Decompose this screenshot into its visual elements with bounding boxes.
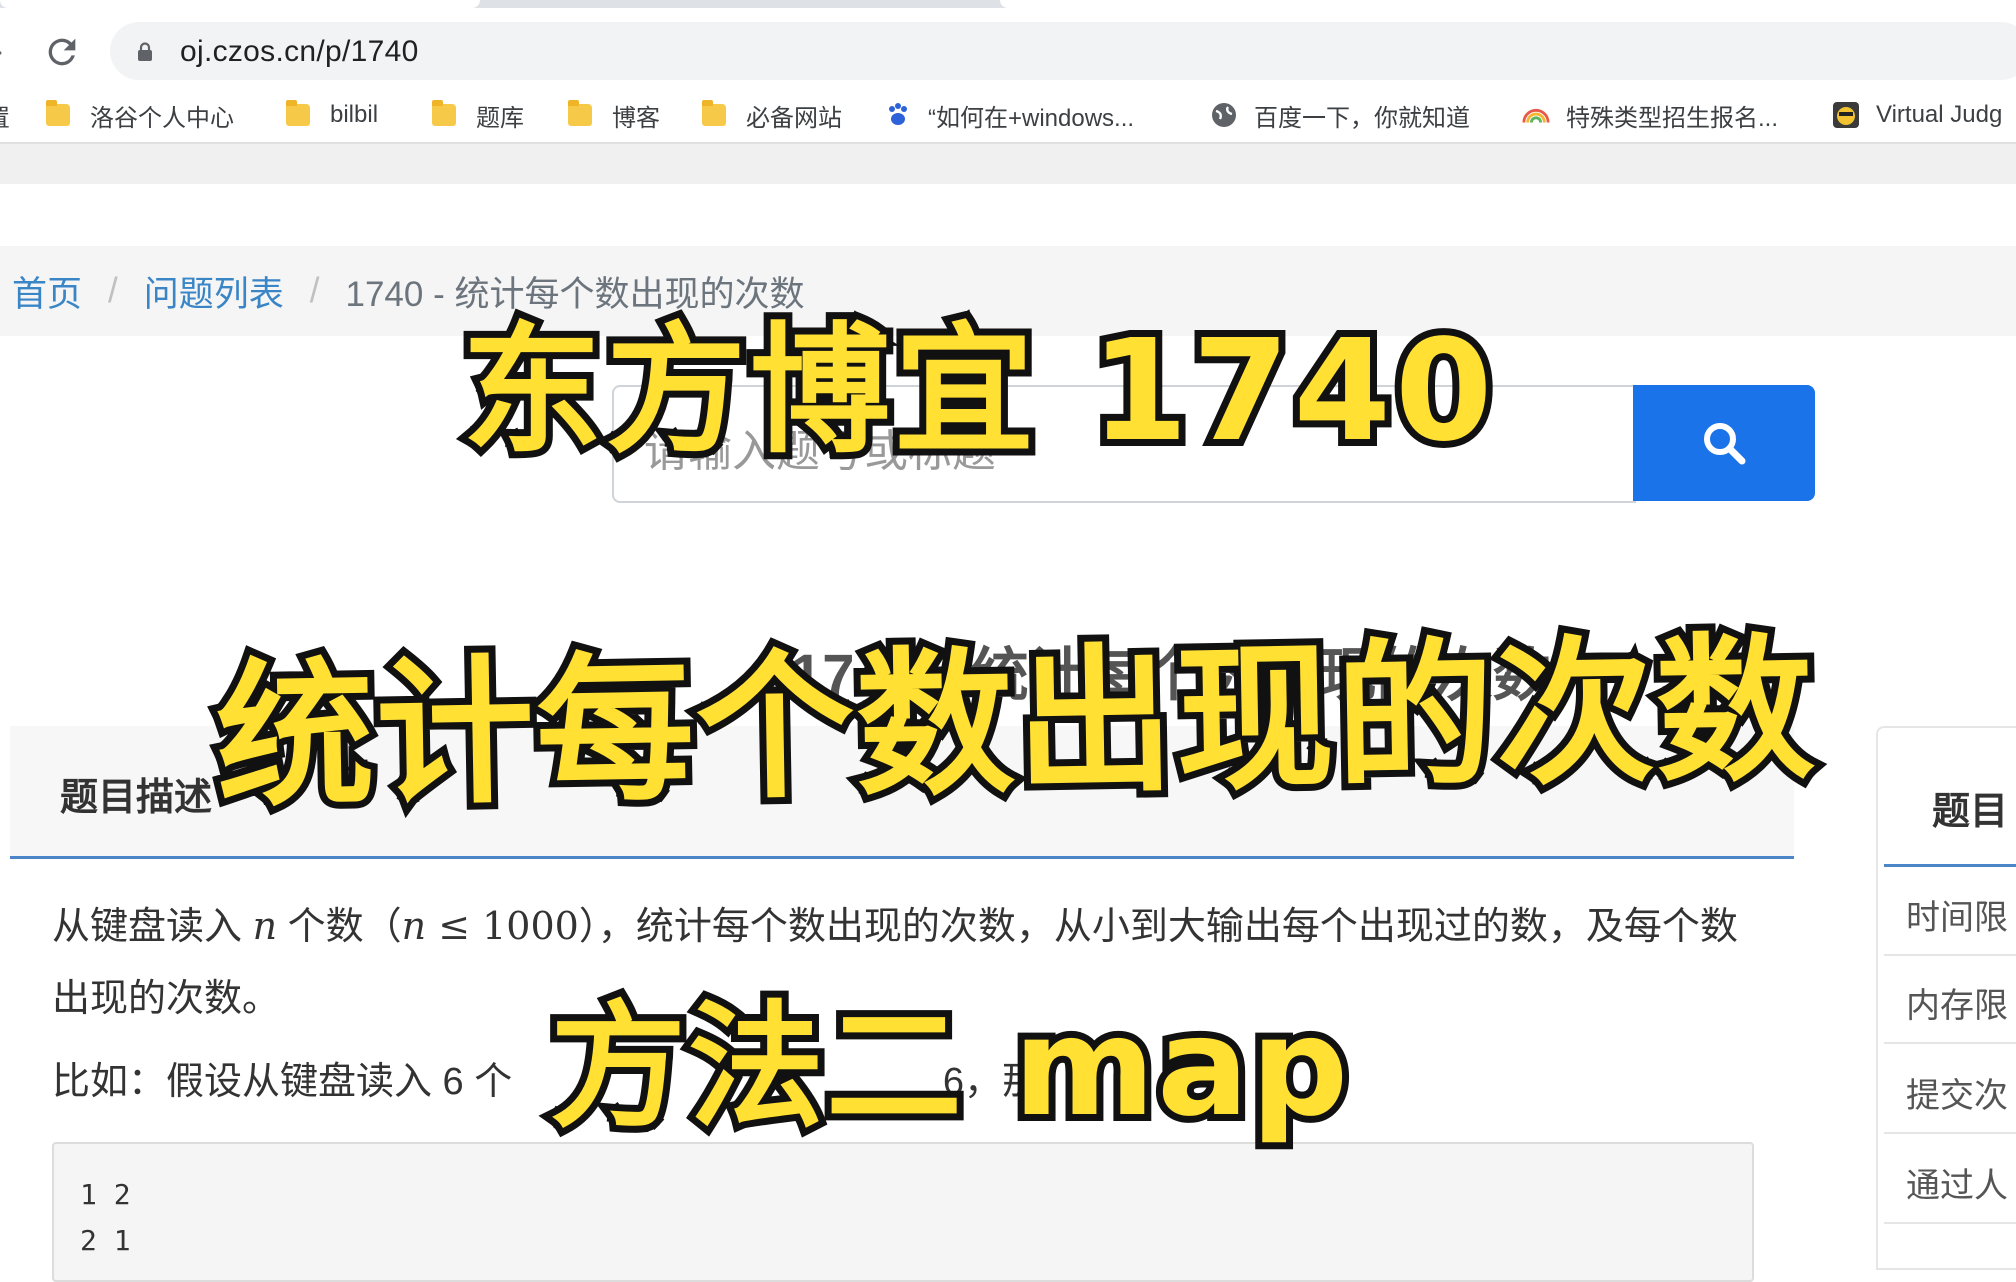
navbar-strip <box>0 144 2016 184</box>
bookmark-label: 特殊类型招生报名... <box>1566 104 1779 132</box>
bookmark-label: bilbil <box>330 101 379 128</box>
globe-icon <box>1210 101 1238 129</box>
breadcrumb-current: 1740 - 统计每个数出现的次数 <box>345 274 805 314</box>
bookmarks-bar: 置 洛谷个人中心 bilbil 题库 博客 必备网站 “如何在+windows.… <box>0 88 2016 144</box>
tab-left[interactable] <box>0 0 480 8</box>
bookmark-partial[interactable]: 置 <box>0 98 10 132</box>
sample-code-block: 1 2 2 1 <box>52 1142 1754 1282</box>
breadcrumb-separator: / <box>108 271 118 310</box>
bookmark-vjudge[interactable]: Virtual Judg <box>1832 98 2002 132</box>
example-text: 比如：假设从键盘读入 6 个 <box>52 1061 513 1103</box>
bookmark-label: 必备网站 <box>746 104 842 132</box>
sidebar-row-label: 提交次 <box>1906 1077 2008 1115</box>
math-var: n <box>401 904 427 948</box>
math-cond: ≤ 1000 <box>426 904 579 948</box>
lock-icon[interactable] <box>136 42 154 62</box>
rainbow-icon <box>1522 101 1550 129</box>
desc-text: 从键盘读入 <box>52 906 243 948</box>
breadcrumb-problem-list[interactable]: 问题列表 <box>144 266 284 317</box>
bookmark-enroll[interactable]: 特殊类型招生报名... <box>1522 98 1778 132</box>
panel-heading: 题目描述 <box>60 777 213 819</box>
sidebar-row-memory: 内存限 <box>1884 956 2016 1044</box>
sidebar-heading: 题目 <box>1932 791 2009 833</box>
overlay-caption-subtitle: 统计每个数出现的次数 <box>208 611 1825 837</box>
folder-icon <box>702 100 726 126</box>
browser-toolbar: › oj.czos.cn/p/1740 <box>0 8 2016 88</box>
bookmark-label: Virtual Judg <box>1876 101 2003 128</box>
folder-icon <box>568 100 592 126</box>
sidebar-row-label: 通过人 <box>1906 1167 2008 1205</box>
sidebar-row-time: 时间限 <box>1884 868 2016 956</box>
desc-text: 个数（ <box>287 906 402 948</box>
search-button[interactable] <box>1633 385 1815 501</box>
vjudge-icon <box>1832 101 1860 129</box>
sidebar-row-accepted: 通过人 <box>1884 1136 2016 1224</box>
tab-strip <box>0 0 2016 8</box>
search-icon <box>1704 423 1746 465</box>
overlay-caption-title: 东方博宜 1740 <box>455 310 1499 473</box>
tab-right[interactable] <box>1000 0 2016 8</box>
bookmark-luogu[interactable]: 洛谷个人中心 <box>46 98 234 132</box>
reload-icon[interactable] <box>42 32 82 72</box>
bookmark-tiku[interactable]: 题库 <box>432 98 524 132</box>
bookmark-baidu[interactable]: 百度一下，你就知道 <box>1210 98 1470 132</box>
breadcrumb-separator: / <box>309 271 320 310</box>
baidu-paw-icon <box>884 101 912 129</box>
bookmark-label: 百度一下，你就知道 <box>1254 104 1470 132</box>
bookmark-bilbil[interactable]: bilbil <box>286 98 378 132</box>
code-line: 2 1 <box>80 1224 131 1257</box>
overlay-caption-method: 方法二 map <box>543 989 1355 1147</box>
bookmark-label: “如何在+windows... <box>928 104 1135 132</box>
bookmark-blog[interactable]: 博客 <box>568 98 660 132</box>
sidebar-row-label: 内存限 <box>1906 987 2008 1025</box>
code-line: 1 2 <box>80 1178 131 1211</box>
forward-icon[interactable]: › <box>0 36 14 66</box>
folder-icon <box>286 100 310 126</box>
folder-icon <box>432 100 456 126</box>
sidebar-row-submissions: 提交次 <box>1884 1046 2016 1134</box>
folder-icon <box>46 100 70 126</box>
math-var: n <box>252 904 278 948</box>
sidebar-row-label: 时间限 <box>1906 899 2008 937</box>
url-text[interactable]: oj.czos.cn/p/1740 <box>180 32 419 72</box>
bookmark-windows[interactable]: “如何在+windows... <box>884 98 1134 132</box>
bookmark-label: 博客 <box>612 104 660 132</box>
breadcrumb-home[interactable]: 首页 <box>12 266 82 317</box>
bookmark-label: 题库 <box>476 104 524 132</box>
bookmark-label: 洛谷个人中心 <box>90 104 234 132</box>
bookmark-sites[interactable]: 必备网站 <box>702 98 842 132</box>
sidebar-divider <box>1884 864 2016 867</box>
